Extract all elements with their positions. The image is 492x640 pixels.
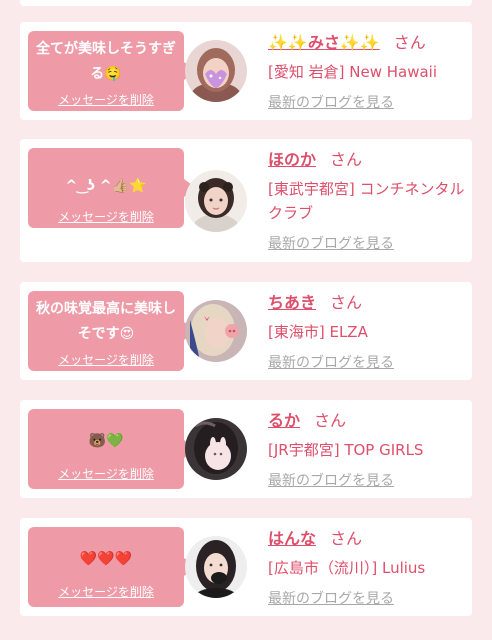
shop-label: [広島市（流川）] Lulius	[268, 559, 426, 577]
avatar[interactable]	[185, 300, 247, 362]
profile-info: ほのか さん [東武宇都宮] コンチネンタルクラブ 最新のブログを見る	[268, 149, 468, 252]
message-card: 秋の味覚最高に美味しそです😍 メッセージを削除 ちあき さん [東海市] ELZA…	[20, 282, 472, 380]
delete-message-link[interactable]: メッセージを削除	[28, 465, 184, 482]
honorific: さん	[314, 411, 347, 430]
profile-info: はんな さん [広島市（流川）] Lulius 最新のブログを見る	[268, 528, 468, 607]
message-text: 🐻💚	[88, 433, 124, 449]
profile-info: ✨✨みさ✨✨ さん [愛知 岩倉] New Hawaii 最新のブログを見る	[268, 32, 468, 111]
avatar-photo	[185, 170, 247, 232]
honorific: さん	[393, 33, 426, 52]
message-bubble: 秋の味覚最高に美味しそです😍 メッセージを削除	[28, 291, 196, 371]
latest-blog-link[interactable]: 最新のブログを見る	[268, 588, 394, 608]
message-card: ❤️❤️❤️ メッセージを削除 はんな さん [広島市（流川）] Lulius 最…	[20, 518, 472, 616]
girl-name-link[interactable]: はんな	[268, 529, 316, 548]
girl-name-link[interactable]: ほのか	[268, 150, 316, 169]
girl-name-link[interactable]: ちあき	[268, 293, 316, 312]
shop-label: [東海市] ELZA	[268, 323, 368, 341]
profile-info: ちあき さん [東海市] ELZA 最新のブログを見る	[268, 292, 468, 371]
girl-name-link[interactable]: るか	[268, 411, 300, 430]
shop-label: [東武宇都宮] コンチネンタルクラブ	[268, 180, 465, 222]
message-card: 全てが美味しそうすぎる🤤 メッセージを削除 ✨✨みさ✨✨ さん [愛知 岩倉] N…	[20, 22, 472, 120]
latest-blog-link[interactable]: 最新のブログを見る	[268, 470, 394, 490]
avatar[interactable]	[185, 40, 247, 102]
profile-info: るか さん [JR宇都宮] TOP GIRLS 最新のブログを見る	[268, 410, 468, 489]
message-bubble: 全てが美味しそうすぎる🤤 メッセージを削除	[28, 31, 196, 111]
avatar[interactable]	[185, 536, 247, 598]
delete-message-link[interactable]: メッセージを削除	[28, 208, 184, 225]
message-bubble: ^ ͜ ʖ ^👍🏼⭐️ メッセージを削除	[28, 148, 196, 228]
message-text: 全てが美味しそうすぎる🤤	[36, 41, 176, 82]
girl-name-link[interactable]: ✨✨みさ✨✨	[268, 33, 380, 52]
delete-message-link[interactable]: メッセージを削除	[28, 91, 184, 108]
avatar[interactable]	[185, 170, 247, 232]
avatar-photo	[185, 418, 247, 480]
message-card: 🐻💚 メッセージを削除 るか さん [JR宇都宮] TOP GIRLS 最新のブロ…	[20, 400, 472, 498]
latest-blog-link[interactable]: 最新のブログを見る	[268, 352, 394, 372]
delete-message-link[interactable]: メッセージを削除	[28, 583, 184, 600]
message-card: ^ ͜ ʖ ^👍🏼⭐️ メッセージを削除 ほのか さん [東武宇都宮] コンチネン…	[20, 139, 472, 262]
honorific: さん	[330, 150, 363, 169]
message-text: ❤️❤️❤️	[79, 551, 133, 567]
avatar-photo	[185, 40, 247, 102]
message-text: 秋の味覚最高に美味しそです😍	[36, 301, 176, 342]
latest-blog-link[interactable]: 最新のブログを見る	[268, 233, 394, 253]
message-bubble: ❤️❤️❤️ メッセージを削除	[28, 527, 196, 607]
message-bubble: 🐻💚 メッセージを削除	[28, 409, 196, 489]
honorific: さん	[330, 529, 363, 548]
honorific: さん	[330, 293, 363, 312]
latest-blog-link[interactable]: 最新のブログを見る	[268, 92, 394, 112]
previous-card-edge	[20, 0, 472, 6]
avatar-photo	[185, 300, 247, 362]
avatar[interactable]	[185, 418, 247, 480]
delete-message-link[interactable]: メッセージを削除	[28, 351, 184, 368]
avatar-photo	[185, 536, 247, 598]
shop-label: [JR宇都宮] TOP GIRLS	[268, 441, 424, 459]
message-text: ^ ͜ ʖ ^👍🏼⭐️	[65, 178, 147, 194]
shop-label: [愛知 岩倉] New Hawaii	[268, 63, 437, 81]
